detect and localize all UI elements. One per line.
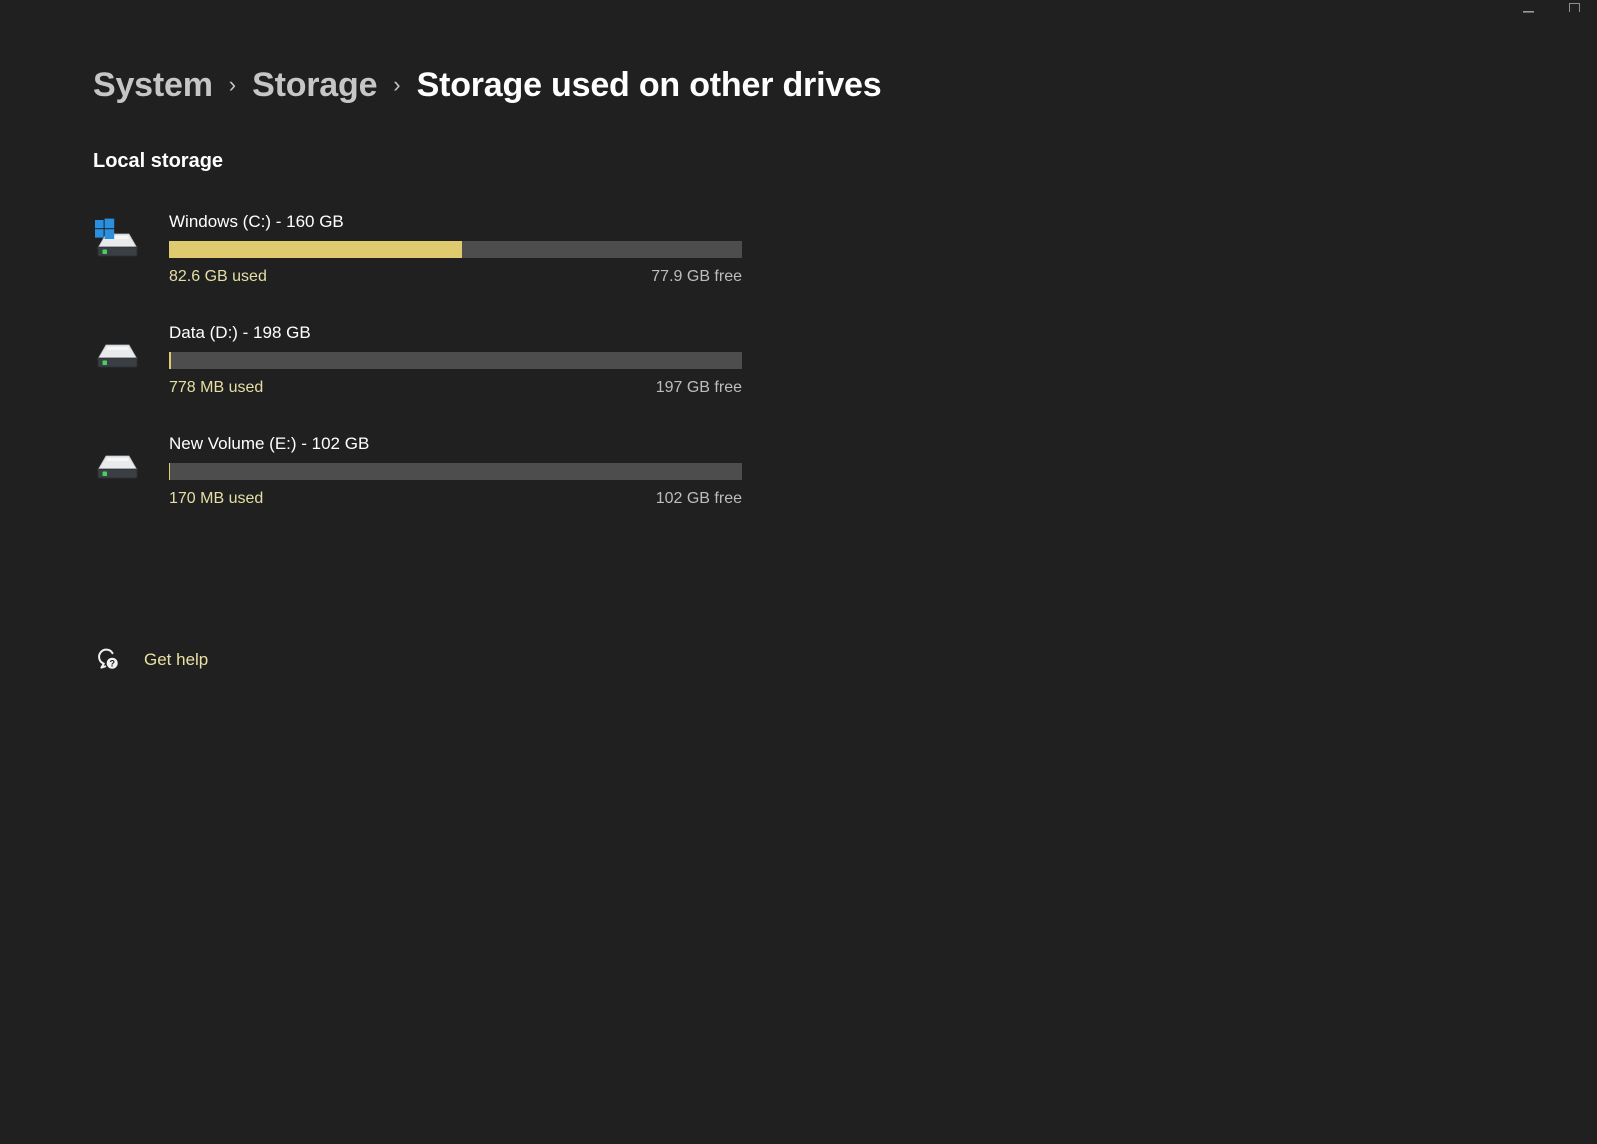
drive-icon <box>93 322 169 369</box>
help-question-icon-svg: ? <box>98 648 120 671</box>
maximize-icon <box>1568 3 1580 12</box>
drive-used-label: 778 MB used <box>169 379 264 396</box>
breadcrumb-item-current: Storage used on other drives <box>416 66 882 104</box>
drive-meta: 778 MB used 197 GB free <box>169 378 742 398</box>
drive-info: Data (D:) - 198 GB 778 MB used 197 GB fr… <box>169 322 1553 398</box>
drive-info: New Volume (E:) - 102 GB 170 MB used 102… <box>169 433 1553 509</box>
drive-meta: 82.6 GB used 77.9 GB free <box>169 267 742 287</box>
chevron-right-icon: › <box>393 72 401 97</box>
drive-row[interactable]: New Volume (E:) - 102 GB 170 MB used 102… <box>93 433 1553 544</box>
chevron-right-icon: › <box>228 72 237 97</box>
get-help-label: Get help <box>144 650 209 669</box>
drive-icon <box>93 433 169 480</box>
drive-row[interactable]: Windows (C:) - 160 GB 82.6 GB used 77.9 … <box>93 211 1553 322</box>
drive-row[interactable]: Data (D:) - 198 GB 778 MB used 197 GB fr… <box>93 322 1553 433</box>
drive-list: Windows (C:) - 160 GB 82.6 GB used 77.9 … <box>93 211 1553 544</box>
windows-drive-icon <box>93 211 169 258</box>
breadcrumb: System › Storage › Storage used on other… <box>93 66 1553 116</box>
drive-info: Windows (C:) - 160 GB 82.6 GB used 77.9 … <box>169 211 1553 287</box>
get-help-link[interactable]: ? Get help <box>93 640 208 680</box>
drive-used-label: 170 MB used <box>169 490 264 507</box>
drive-icon-svg <box>97 455 138 479</box>
drive-name: Data (D:) - 198 GB <box>169 323 311 342</box>
storage-usage-bar <box>169 241 742 258</box>
storage-usage-bar-fill <box>169 352 172 369</box>
maximize-button[interactable] <box>1551 0 1597 14</box>
help-question-icon: ? <box>93 644 125 676</box>
page-content: System › Storage › Storage used on other… <box>93 0 1553 544</box>
drive-used-label: 82.6 GB used <box>169 268 267 285</box>
breadcrumb-item-system[interactable]: System <box>93 66 213 105</box>
drive-free-label: 102 GB free <box>655 490 742 507</box>
drive-meta: 170 MB used 102 GB free <box>169 489 742 509</box>
windows-drive-icon-svg <box>95 218 138 257</box>
storage-usage-bar-fill <box>169 463 171 480</box>
svg-text:?: ? <box>109 658 115 668</box>
storage-usage-bar <box>169 352 742 369</box>
storage-usage-bar <box>169 463 742 480</box>
section-title-local-storage: Local storage <box>93 150 224 172</box>
drive-icon-svg <box>97 344 138 368</box>
breadcrumb-item-storage[interactable]: Storage <box>252 66 377 105</box>
storage-usage-bar-fill <box>169 241 463 258</box>
drive-name: New Volume (E:) - 102 GB <box>169 434 370 453</box>
drive-free-label: 77.9 GB free <box>651 268 742 285</box>
drive-name: Windows (C:) - 160 GB <box>169 212 344 231</box>
drive-free-label: 197 GB free <box>655 379 742 396</box>
